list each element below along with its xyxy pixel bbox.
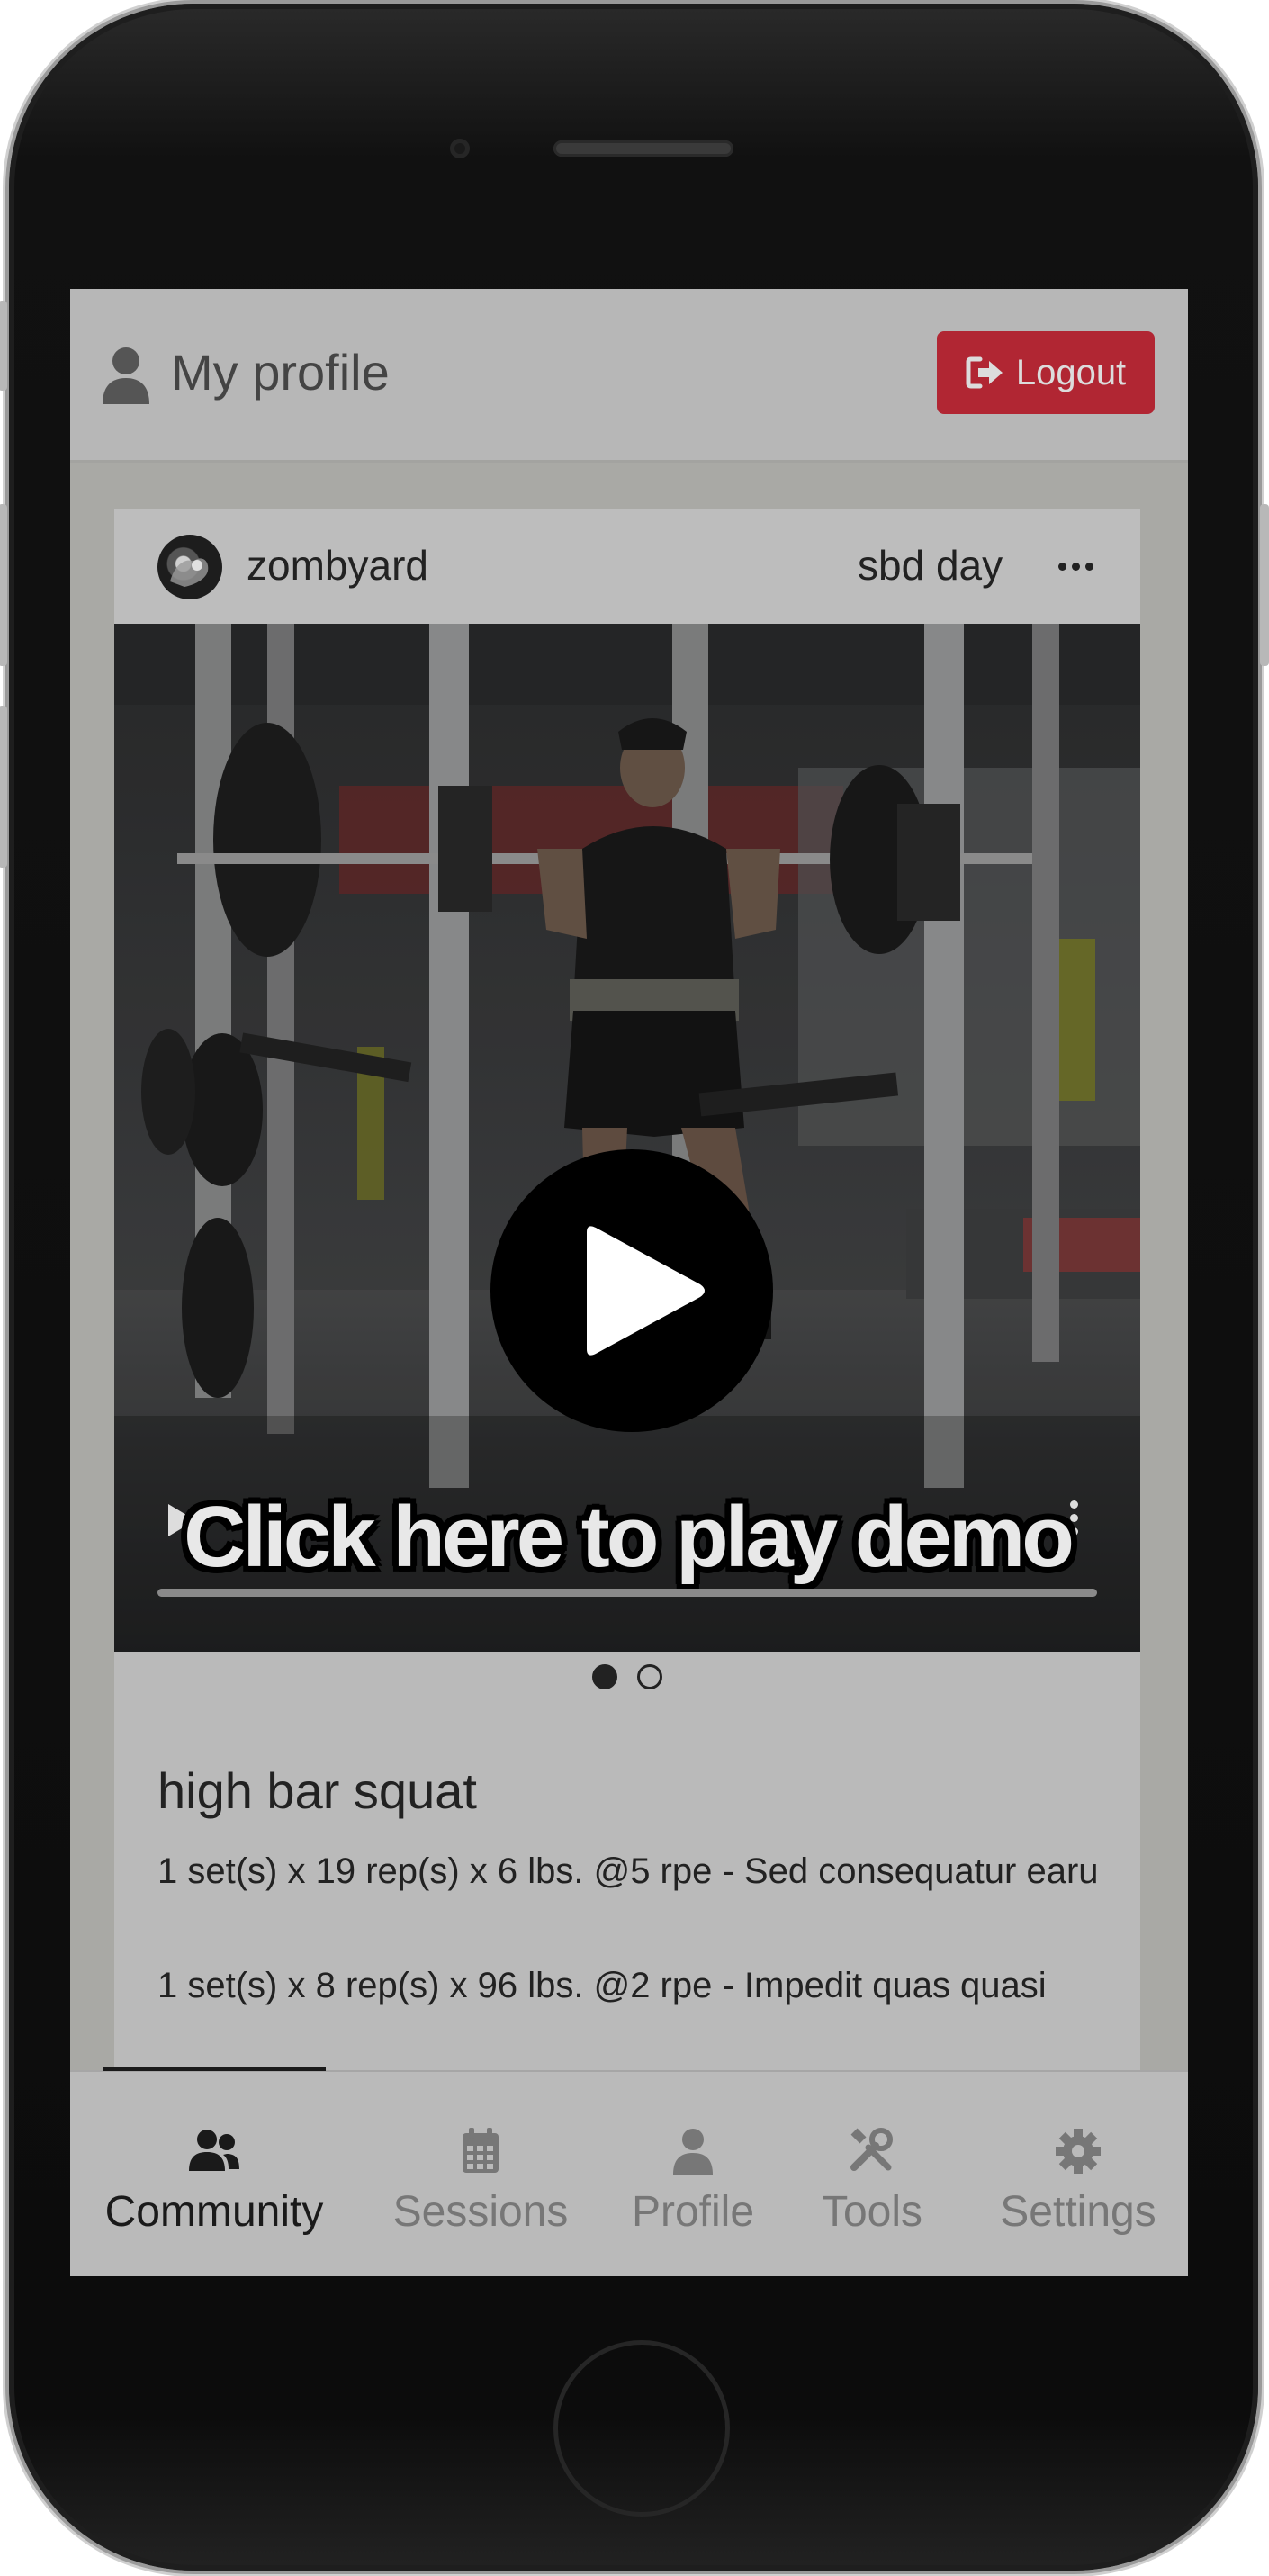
- nav-item-sessions[interactable]: Sessions: [391, 2104, 571, 2248]
- nav-label: Community: [104, 2187, 324, 2236]
- nav-item-settings[interactable]: Settings: [988, 2104, 1168, 2248]
- play-demo-overlay-text[interactable]: Click here to play demo: [114, 1488, 1140, 1587]
- post-card: zombyard sbd day Click here to play demo…: [114, 509, 1140, 2129]
- volume-down-button: [0, 706, 7, 868]
- nav-item-community[interactable]: Community: [103, 2104, 326, 2248]
- nav-item-tools[interactable]: Tools: [814, 2104, 931, 2248]
- post-header: zombyard sbd day: [114, 509, 1140, 626]
- gear-icon: [1056, 2128, 1101, 2174]
- video-player[interactable]: Click here to play demo: [114, 624, 1140, 1652]
- app-screen: My profile Logout zombyard sbd day Click…: [70, 289, 1188, 2276]
- play-button[interactable]: [490, 1149, 773, 1432]
- volume-up-button: [0, 504, 7, 666]
- play-icon: [587, 1226, 705, 1356]
- carousel-dot-2[interactable]: [637, 1664, 662, 1689]
- nav-item-profile[interactable]: Profile: [626, 2104, 760, 2248]
- power-button: [1260, 504, 1269, 666]
- nav-label: Tools: [821, 2187, 923, 2236]
- home-button[interactable]: [554, 2340, 730, 2517]
- carousel-dot-1[interactable]: [592, 1664, 617, 1689]
- page-title: My profile: [171, 344, 390, 401]
- app-header: My profile Logout: [70, 289, 1188, 463]
- post-username[interactable]: zombyard: [247, 541, 428, 590]
- ellipsis-icon[interactable]: [1053, 541, 1098, 591]
- session-name: sbd day: [858, 542, 1004, 589]
- nav-label: Profile: [631, 2187, 755, 2236]
- active-tab-indicator: [103, 2067, 326, 2071]
- users-icon: [189, 2129, 239, 2171]
- nav-label: Sessions: [392, 2187, 569, 2236]
- front-camera: [450, 139, 470, 158]
- mute-switch: [0, 301, 7, 391]
- nav-label: Settings: [1000, 2187, 1156, 2236]
- exercise-name: high bar squat: [158, 1762, 477, 1819]
- user-icon: [673, 2128, 713, 2175]
- set-line: 1 set(s) x 8 rep(s) x 96 lbs. @2 rpe - I…: [158, 1966, 1047, 2005]
- sign-out-icon: [966, 356, 1003, 389]
- carousel-indicators: [114, 1664, 1140, 1697]
- logout-button[interactable]: Logout: [937, 331, 1155, 414]
- tools-icon: [850, 2127, 893, 2171]
- set-line: 1 set(s) x 19 rep(s) x 6 lbs. @5 rpe - S…: [158, 1851, 1099, 1891]
- earpiece-speaker: [554, 140, 734, 157]
- avatar[interactable]: [158, 535, 222, 599]
- bottom-navigation: Community Sessions Profile Tools Setting…: [70, 2067, 1188, 2276]
- user-icon: [103, 347, 149, 404]
- logout-label: Logout: [1015, 352, 1127, 392]
- video-progress-bar[interactable]: [158, 1589, 1097, 1597]
- calendar-icon: [463, 2127, 499, 2173]
